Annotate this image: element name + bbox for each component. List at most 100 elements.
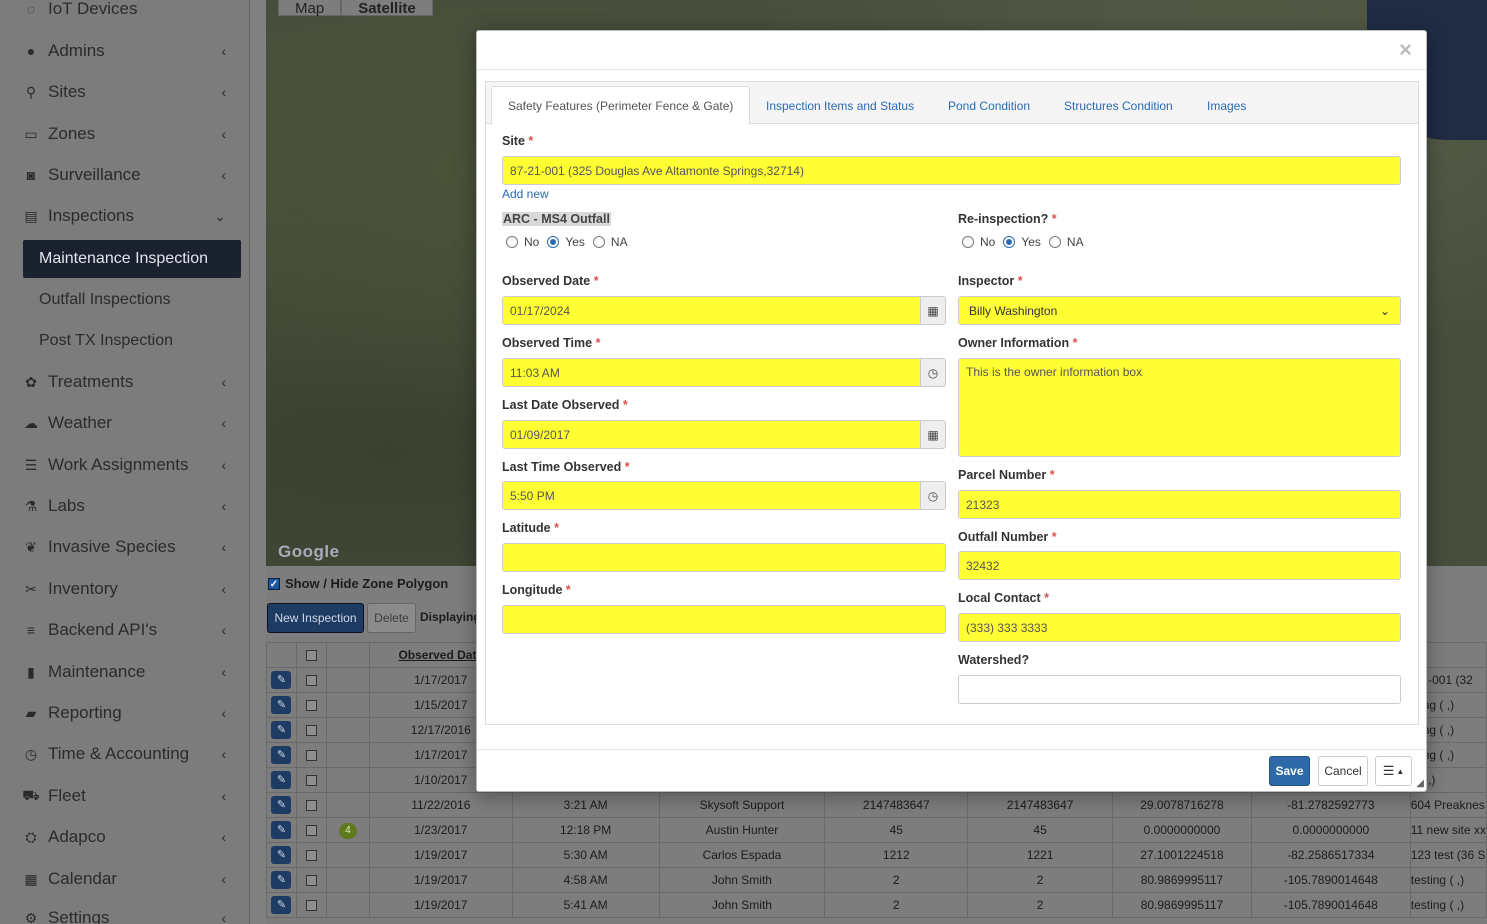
outfall-number-input[interactable]: 32432 bbox=[958, 551, 1401, 580]
sidebar-item-invasive-species[interactable]: ❦ Invasive Species ‹ bbox=[0, 529, 250, 565]
radio-no[interactable]: No bbox=[506, 235, 539, 249]
edit-icon[interactable]: ✎ bbox=[271, 846, 292, 864]
cancel-button[interactable]: Cancel bbox=[1318, 756, 1368, 786]
radio-button[interactable] bbox=[962, 236, 974, 248]
clock-icon[interactable]: ◷ bbox=[920, 358, 946, 387]
row-checkbox[interactable] bbox=[305, 800, 317, 812]
sidebar-item-iot-devices[interactable]: ◌ IoT Devices bbox=[0, 0, 250, 27]
table-row[interactable]: ✎ 4 1/23/2017 12:18 PM Austin Hunter 45 45 0.00… bbox=[266, 817, 1487, 843]
row-checkbox[interactable] bbox=[305, 825, 317, 837]
row-checkbox[interactable] bbox=[305, 725, 317, 737]
edit-icon[interactable]: ✎ bbox=[271, 721, 292, 739]
inspector-select[interactable]: Billy Washington ⌄ bbox=[958, 296, 1401, 325]
sidebar-item-reporting[interactable]: ▰ Reporting ‹ bbox=[0, 695, 250, 731]
sidebar-item-inventory[interactable]: ✂ Inventory ‹ bbox=[0, 571, 250, 607]
sidebar-item-labs[interactable]: ⚗ Labs ‹ bbox=[0, 488, 250, 524]
row-checkbox[interactable] bbox=[305, 700, 317, 712]
radio-na[interactable]: NA bbox=[1048, 235, 1084, 249]
table-row[interactable]: ✎ 1/19/2017 4:58 AM John Smith 2 2 80.98699951… bbox=[266, 867, 1487, 893]
sidebar-item-inspections[interactable]: ▤ Inspections ⌄ bbox=[0, 198, 250, 234]
header-select-all[interactable] bbox=[295, 642, 327, 668]
radio-button[interactable] bbox=[506, 236, 518, 248]
more-options-button[interactable]: ☰ ▲ bbox=[1375, 756, 1412, 786]
row-checkbox[interactable] bbox=[305, 900, 317, 912]
edit-icon[interactable]: ✎ bbox=[271, 671, 292, 689]
calendar-icon[interactable]: ▦ bbox=[920, 420, 946, 449]
sidebar-item-maintenance[interactable]: ▮ Maintenance ‹ bbox=[0, 654, 250, 690]
sidebar-item-adapco[interactable]: ⛭ Adapco ‹ bbox=[0, 819, 250, 855]
latitude-input[interactable] bbox=[502, 543, 946, 572]
resize-handle-icon[interactable]: ◢ bbox=[1416, 778, 1424, 789]
table-row[interactable]: ✎ 1/19/2017 5:41 AM John Smith 2 2 80.98699951… bbox=[266, 892, 1487, 918]
owner-info-textarea[interactable]: This is the owner information box bbox=[958, 358, 1401, 457]
sidebar-item-sites[interactable]: ⚲ Sites ‹ bbox=[0, 74, 250, 110]
longitude-input[interactable] bbox=[502, 605, 946, 634]
close-icon[interactable]: × bbox=[1399, 37, 1412, 63]
zone-polygon-toggle[interactable]: ✓ Show / Hide Zone Polygon bbox=[268, 576, 448, 591]
sidebar-item-surveillance[interactable]: ◙ Surveillance ‹ bbox=[0, 157, 250, 193]
sidebar-item-zones[interactable]: ▭ Zones ‹ bbox=[0, 116, 250, 152]
sidebar-item-backend-apis[interactable]: ≡ Backend API's ‹ bbox=[0, 612, 250, 648]
edit-cell: ✎ bbox=[266, 892, 297, 918]
sidebar-subitem-maintenance-inspection[interactable]: Maintenance Inspection bbox=[23, 240, 241, 278]
new-inspection-button[interactable]: New Inspection bbox=[267, 603, 364, 633]
radio-yes[interactable]: Yes bbox=[547, 235, 585, 249]
radio-button-selected[interactable] bbox=[1003, 236, 1016, 248]
tab-map[interactable]: Map bbox=[278, 0, 342, 17]
local-contact-input[interactable]: (333) 333 3333 bbox=[958, 613, 1401, 642]
last-date-input[interactable]: 01/09/2017 bbox=[502, 420, 921, 449]
sidebar-item-calendar[interactable]: ▦ Calendar ‹ bbox=[0, 861, 250, 897]
radio-button[interactable] bbox=[1048, 236, 1061, 248]
tab-structures-condition[interactable]: Structures Condition bbox=[1048, 86, 1189, 125]
row-checkbox[interactable] bbox=[305, 775, 317, 787]
row-checkbox[interactable] bbox=[305, 675, 317, 687]
save-button[interactable]: Save bbox=[1269, 756, 1310, 786]
table-row[interactable]: ✎ 11/22/2016 3:21 AM Skysoft Support 2147483… bbox=[266, 792, 1487, 818]
edit-icon[interactable]: ✎ bbox=[271, 696, 292, 714]
sidebar-item-settings[interactable]: ⚙ Settings ‹ bbox=[0, 900, 250, 924]
edit-icon[interactable]: ✎ bbox=[271, 871, 292, 889]
radio-na[interactable]: NA bbox=[592, 235, 628, 249]
radio-no[interactable]: No bbox=[962, 235, 995, 249]
tab-safety-features[interactable]: Safety Features (Perimeter Fence & Gate) bbox=[491, 86, 751, 125]
observed-time-input[interactable]: 11:03 AM bbox=[502, 358, 921, 387]
sidebar-item-time-accounting[interactable]: ◷ Time & Accounting ‹ bbox=[0, 736, 250, 772]
sidebar-subitem-outfall-inspections[interactable]: Outfall Inspections bbox=[23, 281, 241, 319]
sidebar-item-fleet[interactable]: ⛟ Fleet ‹ bbox=[0, 778, 250, 814]
observed-date-input[interactable]: 01/17/2024 bbox=[502, 296, 921, 325]
chevron-left-icon: ‹ bbox=[221, 705, 226, 721]
checkbox-checked[interactable]: ✓ bbox=[268, 577, 280, 590]
edit-cell: ✎ bbox=[266, 842, 297, 868]
site-label: Site * bbox=[502, 134, 533, 148]
edit-icon[interactable]: ✎ bbox=[271, 746, 292, 764]
last-time-input[interactable]: 5:50 PM bbox=[502, 481, 921, 510]
radio-button-selected[interactable] bbox=[547, 236, 560, 248]
tab-pond-condition[interactable]: Pond Condition bbox=[932, 86, 1046, 125]
sidebar-subitem-post-tx-inspection[interactable]: Post TX Inspection bbox=[23, 322, 241, 360]
sidebar-item-treatments[interactable]: ✿ Treatments ‹ bbox=[0, 364, 250, 400]
calendar-icon[interactable]: ▦ bbox=[920, 296, 946, 325]
site-field[interactable]: 87-21-001 (325 Douglas Ave Altamonte Spr… bbox=[502, 156, 1401, 185]
parcel-number-input[interactable]: 21323 bbox=[958, 490, 1401, 519]
tab-satellite[interactable]: Satellite bbox=[341, 0, 433, 17]
row-checkbox[interactable] bbox=[305, 875, 317, 887]
sidebar-item-weather[interactable]: ☁ Weather ‹ bbox=[0, 405, 250, 441]
add-new-link[interactable]: Add new bbox=[502, 187, 549, 201]
sidebar-item-work-assignments[interactable]: ☰ Work Assignments ‹ bbox=[0, 447, 250, 483]
tab-inspection-items[interactable]: Inspection Items and Status bbox=[750, 86, 930, 125]
sidebar-item-admins[interactable]: ● Admins ‹ bbox=[0, 33, 250, 69]
radio-yes[interactable]: Yes bbox=[1003, 235, 1041, 249]
edit-icon[interactable]: ✎ bbox=[271, 771, 292, 789]
row-checkbox[interactable] bbox=[305, 750, 317, 762]
watershed-input[interactable] bbox=[958, 675, 1401, 704]
edit-icon[interactable]: ✎ bbox=[271, 796, 292, 814]
table-row[interactable]: ✎ 1/19/2017 5:30 AM Carlos Espada 1212 1221 27… bbox=[266, 842, 1487, 868]
select-all-checkbox[interactable] bbox=[305, 650, 317, 662]
edit-icon[interactable]: ✎ bbox=[271, 896, 292, 914]
radio-button[interactable] bbox=[592, 236, 605, 248]
clock-icon[interactable]: ◷ bbox=[920, 481, 946, 510]
tab-images[interactable]: Images bbox=[1191, 86, 1262, 125]
delete-button[interactable]: Delete bbox=[367, 603, 416, 633]
row-checkbox[interactable] bbox=[305, 850, 317, 862]
edit-icon[interactable]: ✎ bbox=[271, 821, 292, 839]
